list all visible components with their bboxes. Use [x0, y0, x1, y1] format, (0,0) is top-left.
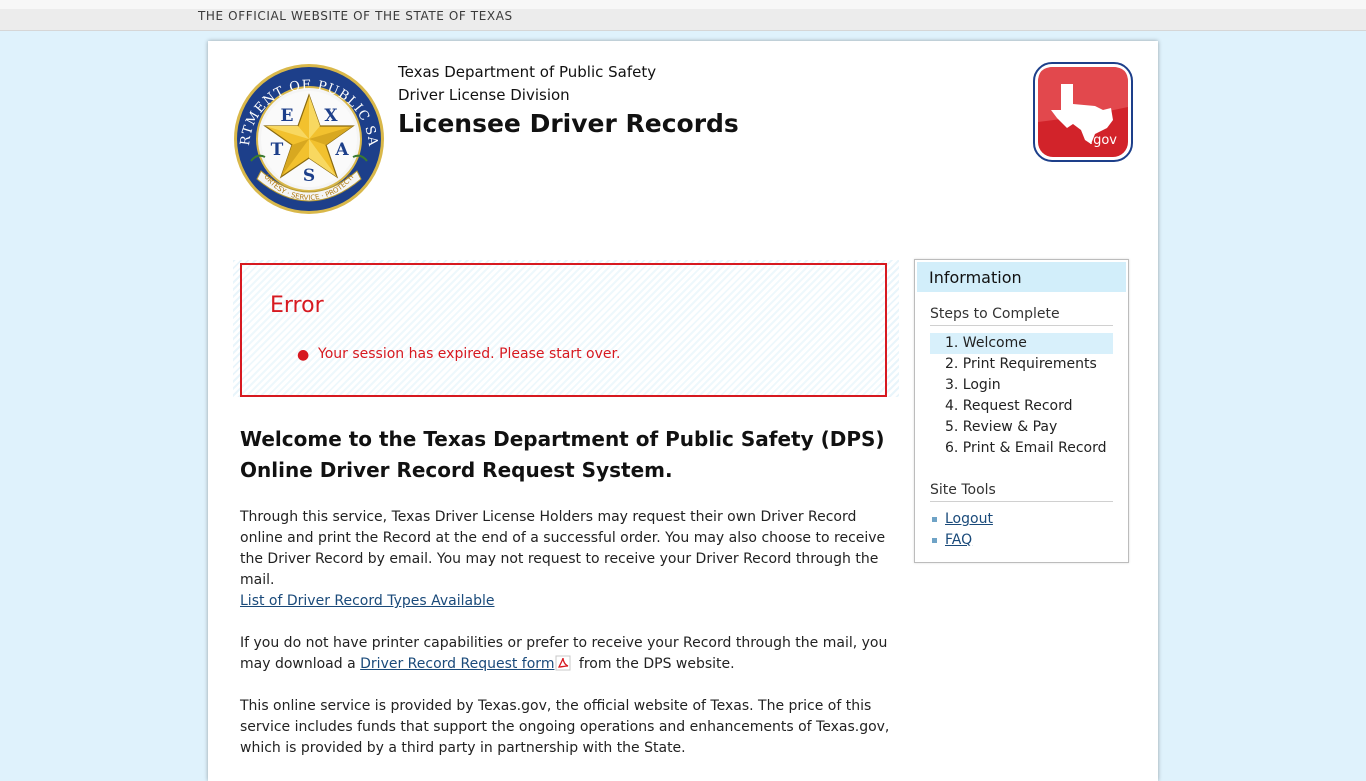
information-title: Information [929, 268, 1022, 287]
error-message: Your session has expired. Please start o… [318, 346, 621, 362]
faq-link[interactable]: FAQ [945, 532, 972, 548]
site-tools-divider [930, 501, 1113, 502]
gov-logo-text: .gov [1089, 133, 1117, 148]
seal-letter-s: S [303, 166, 315, 186]
header-department: Texas Department of Public Safety [398, 63, 657, 81]
page-title: Licensee Driver Records [398, 109, 739, 138]
step-print-requirements: 2. Print Requirements [945, 356, 1097, 372]
top-banner-strip [0, 0, 1366, 9]
tool-logout: Logout [932, 511, 993, 527]
pdf-icon[interactable] [555, 655, 571, 671]
site-tools-title: Site Tools [930, 482, 996, 498]
step-review-pay: 5. Review & Pay [945, 419, 1058, 435]
header-division: Driver License Division [398, 86, 570, 104]
steps-title: Steps to Complete [930, 306, 1060, 322]
top-banner: THE OFFICIAL WEBSITE OF THE STATE OF TEX… [0, 0, 1366, 31]
error-title: Error [270, 293, 324, 318]
steps-divider [930, 325, 1113, 326]
page-container: E X T A S DEPARTMENT OF PUBLIC SAFETY CO… [208, 41, 1158, 781]
provider-paragraph: This online service is provided by Texas… [240, 698, 890, 756]
step-print-email-record: 6. Print & Email Record [945, 440, 1107, 456]
seal-letter-e: E [281, 106, 294, 126]
record-types-link[interactable]: List of Driver Record Types Available [240, 593, 495, 609]
bullet-icon [932, 517, 937, 522]
step-welcome: 1. Welcome [930, 333, 1113, 354]
top-banner-text: THE OFFICIAL WEBSITE OF THE STATE OF TEX… [198, 9, 513, 23]
tool-faq: FAQ [932, 532, 972, 548]
bullet-icon [932, 538, 937, 543]
step-request-record: 4. Request Record [945, 398, 1073, 414]
error-box: Error ● Your session has expired. Please… [240, 263, 887, 397]
record-types-line: List of Driver Record Types Available [240, 591, 900, 612]
download-paragraph: If you do not have printer capabilities … [240, 633, 900, 675]
seal-letter-x: X [324, 106, 338, 126]
error-panel: Error ● Your session has expired. Please… [233, 260, 899, 397]
error-bullet-icon: ● [297, 347, 310, 363]
download-text-after: from the DPS website. [574, 656, 735, 672]
welcome-heading: Welcome to the Texas Department of Publi… [240, 427, 885, 482]
information-sidebar: Information Steps to Complete 1. Welcome… [914, 259, 1129, 563]
request-form-link[interactable]: Driver Record Request form [360, 656, 554, 672]
step-login: 3. Login [945, 377, 1001, 393]
texas-gov-logo[interactable]: .gov [1033, 62, 1133, 162]
intro-paragraph: Through this service, Texas Driver Licen… [240, 509, 886, 588]
dps-seal-logo: E X T A S DEPARTMENT OF PUBLIC SAFETY CO… [233, 63, 384, 214]
information-header: Information [917, 262, 1126, 292]
seal-letter-a: A [334, 140, 349, 160]
logout-link[interactable]: Logout [945, 511, 993, 527]
seal-letter-t: T [271, 140, 284, 160]
